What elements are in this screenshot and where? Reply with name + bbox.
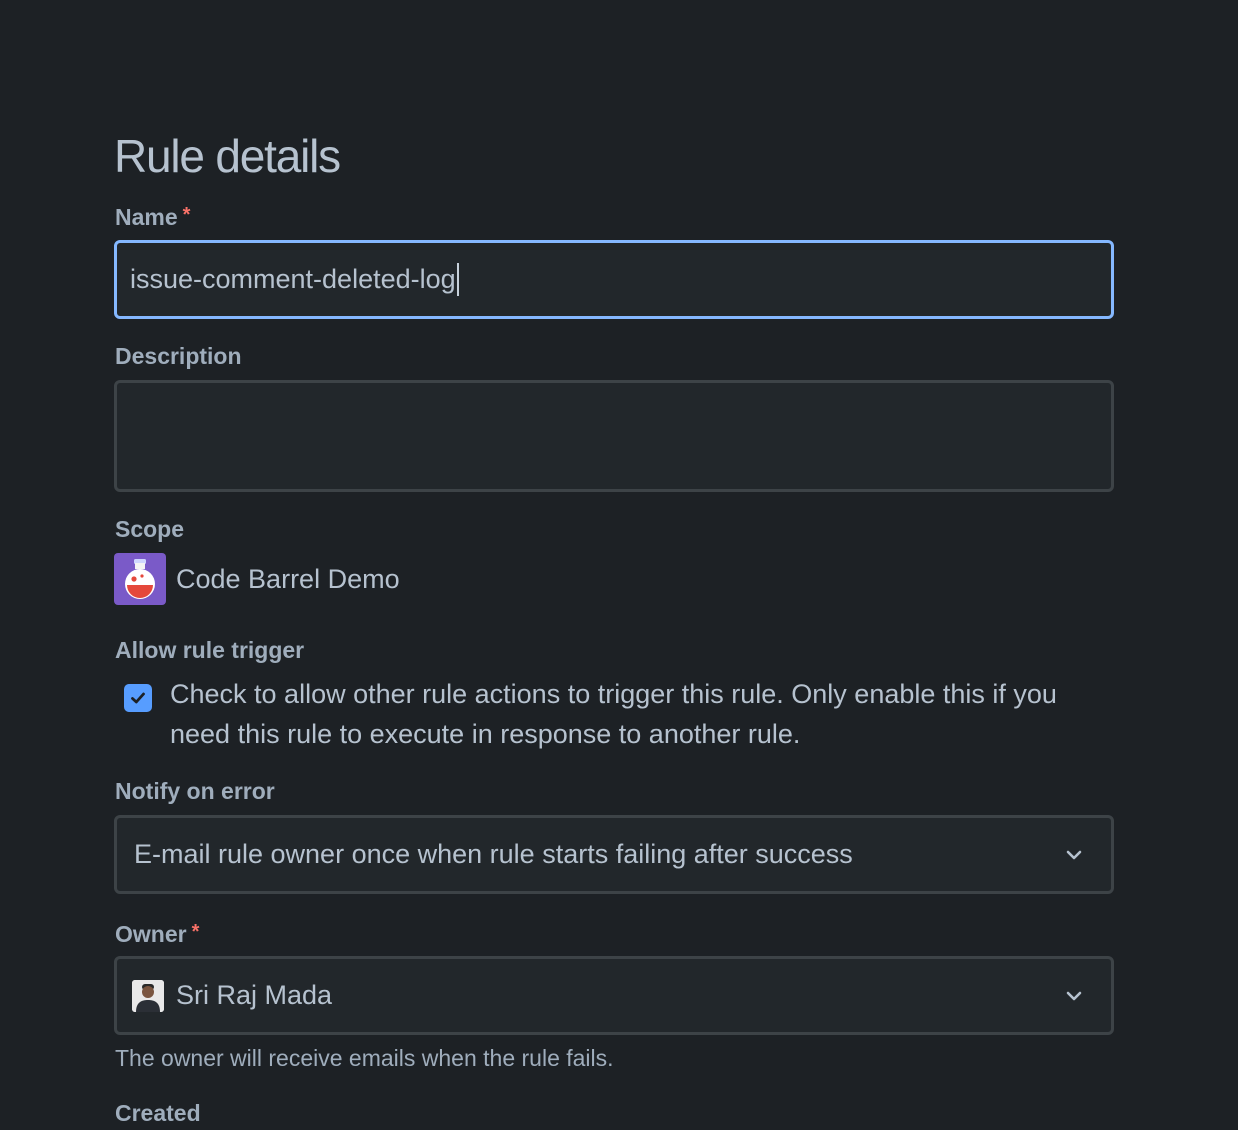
owner-value: Sri Raj Mada	[176, 980, 333, 1010]
scope-project-name: Code Barrel Demo	[176, 563, 400, 594]
checkmark-icon	[131, 692, 145, 704]
description-textarea[interactable]	[114, 380, 1114, 492]
page-title: Rule details	[114, 130, 341, 182]
chevron-down-icon	[1066, 991, 1082, 1001]
owner-select[interactable]: Sri Raj Mada	[114, 956, 1114, 1035]
allow-rule-trigger-description: Check to allow other rule actions to tri…	[170, 679, 1057, 749]
allow-rule-trigger-checkbox[interactable]	[124, 684, 152, 712]
required-indicator: *	[191, 921, 200, 943]
name-input-value: issue-comment-deleted-log	[130, 264, 456, 294]
owner-helper-text: The owner will receive emails when the r…	[115, 1045, 614, 1071]
name-label: Name *	[115, 200, 190, 232]
notify-on-error-select[interactable]: E-mail rule owner once when rule starts …	[114, 815, 1114, 894]
code-barrel-project-icon	[114, 553, 166, 605]
name-input[interactable]: issue-comment-deleted-log	[114, 240, 1114, 319]
scope-value: Code Barrel Demo	[114, 553, 400, 605]
name-label-text: Name	[115, 204, 178, 230]
created-label: Created	[115, 1100, 201, 1126]
required-indicator: *	[182, 204, 191, 226]
description-label: Description	[115, 343, 242, 369]
notify-on-error-label: Notify on error	[115, 778, 275, 804]
chevron-down-icon	[1066, 850, 1082, 860]
text-caret	[456, 263, 459, 296]
avatar	[132, 979, 164, 1012]
notify-on-error-value: E-mail rule owner once when rule starts …	[134, 839, 853, 869]
scope-label: Scope	[115, 516, 185, 542]
allow-rule-trigger-label: Allow rule trigger	[115, 637, 305, 663]
owner-label-text: Owner	[115, 921, 187, 947]
owner-label: Owner *	[115, 917, 199, 949]
